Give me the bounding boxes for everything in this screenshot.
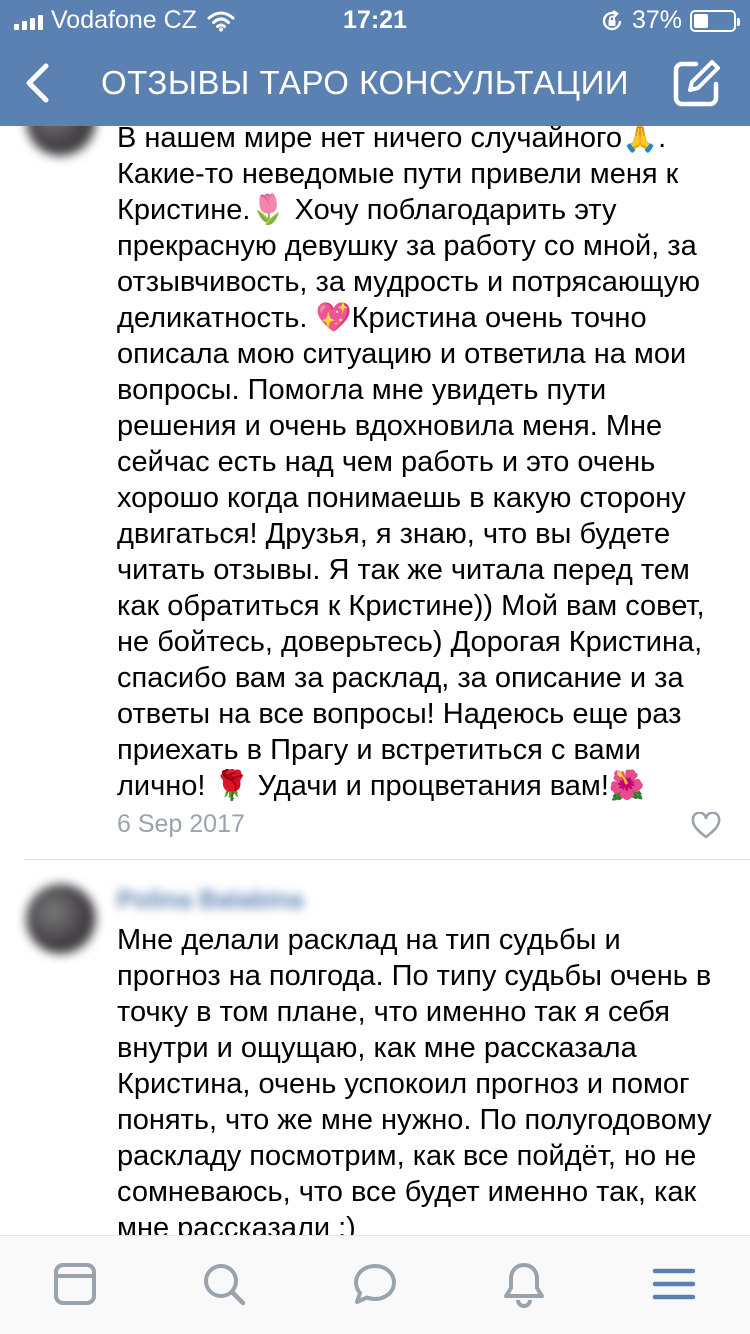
tab-bar	[0, 1235, 750, 1334]
tab-search[interactable]	[198, 1258, 250, 1310]
feed-icon	[54, 1263, 96, 1305]
like-button[interactable]	[691, 811, 721, 840]
heart-icon	[691, 811, 721, 839]
battery-percent: 37%	[631, 6, 682, 34]
comment-date: 6 Sep 2017	[117, 810, 245, 838]
comments-feed[interactable]: В нашем мире нет ничего случайного🙏. Как…	[0, 126, 750, 1236]
search-icon	[204, 1264, 246, 1306]
tab-messages[interactable]	[349, 1258, 401, 1310]
tab-menu[interactable]	[648, 1258, 700, 1310]
comment-text: Мне делали расклад на тип судьбы и прогн…	[117, 924, 712, 1236]
avatar[interactable]	[26, 884, 96, 954]
avatar[interactable]	[26, 126, 96, 156]
tab-notifications[interactable]	[498, 1258, 550, 1310]
notifications-icon	[504, 1263, 544, 1308]
menu-icon	[652, 1268, 696, 1300]
comment-text: В нашем мире нет ничего случайного🙏. Как…	[117, 126, 705, 802]
chevron-left-icon	[26, 63, 49, 103]
comment-author[interactable]: Polina Balabina	[117, 886, 303, 915]
rotation-lock-icon	[602, 9, 622, 30]
compose-icon	[673, 60, 720, 107]
compose-button[interactable]	[668, 56, 724, 112]
top-bar: Vodafone CZ 17:21 37% ОТЗЫВЫ ТАРО КОНСУЛ…	[0, 0, 750, 126]
separator	[24, 859, 750, 860]
status-bar: Vodafone CZ 17:21 37%	[0, 0, 750, 40]
messages-icon	[354, 1264, 396, 1304]
nav-bar: ОТЗЫВЫ ТАРО КОНСУЛЬТАЦИИ	[0, 40, 750, 126]
battery-icon	[690, 9, 740, 32]
back-button[interactable]	[16, 56, 62, 110]
status-right: 37%	[600, 6, 740, 35]
tab-feed[interactable]	[49, 1258, 101, 1310]
page-title: ОТЗЫВЫ ТАРО КОНСУЛЬТАЦИИ	[100, 64, 630, 101]
